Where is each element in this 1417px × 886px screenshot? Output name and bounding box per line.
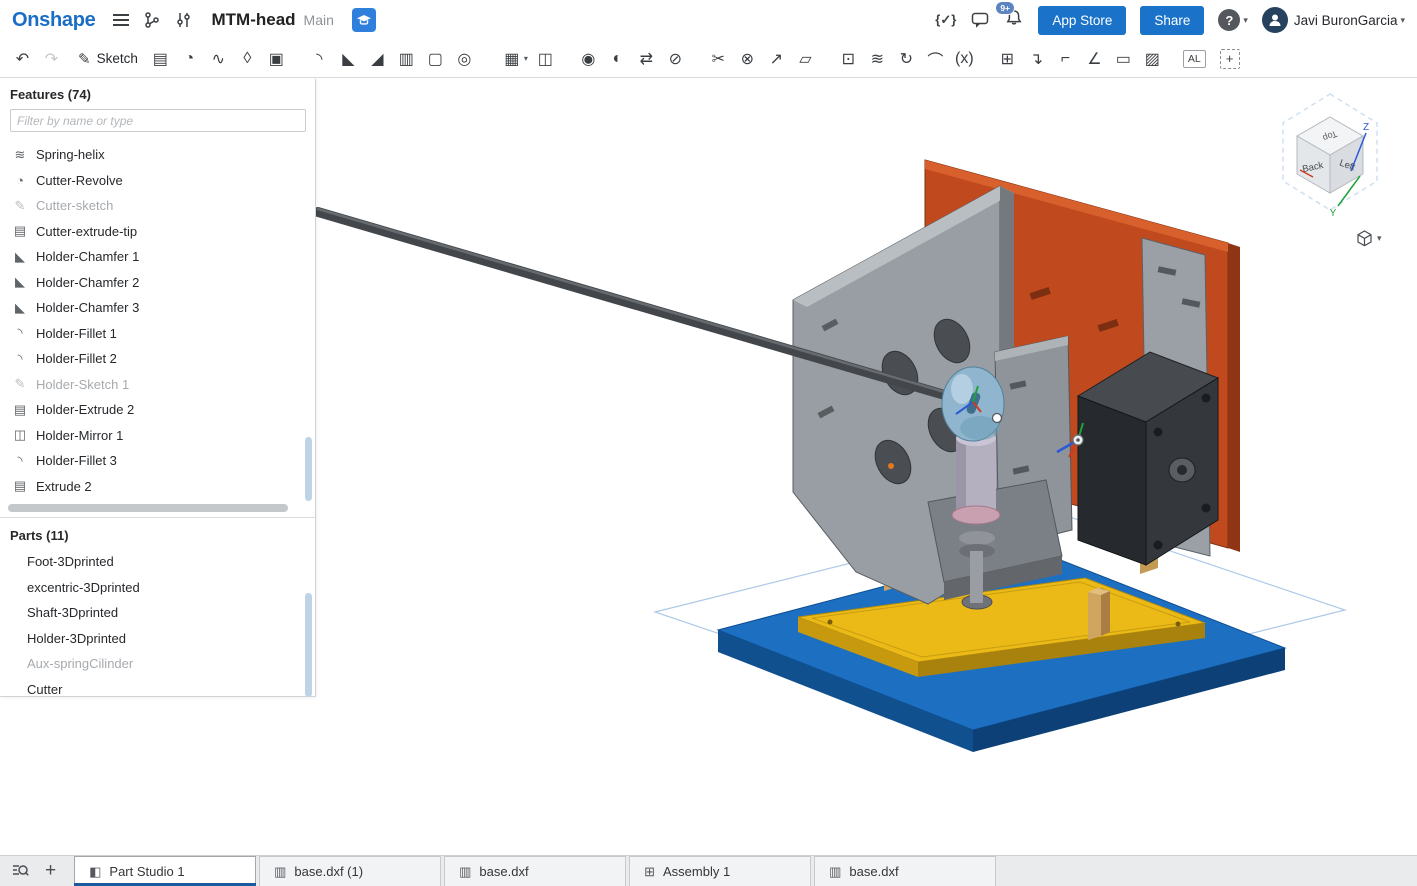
user-menu[interactable]: Javi BuronGarcia ▾: [1262, 7, 1405, 33]
feature-item[interactable]: ◔ Cutter-Revolve: [0, 168, 315, 194]
part-item[interactable]: Holder-3Dprinted: [0, 626, 315, 652]
element-tab-bar: + ◧ Part Studio 1 ▥ base.dxf (1) ▥ base.…: [0, 855, 1417, 886]
features-panel: Features (74) ≋ Spring-helix ◔ Cutter-Re…: [0, 79, 316, 697]
education-plan-icon[interactable]: [352, 8, 376, 32]
mirror-icon: ◫: [12, 427, 28, 443]
part-item[interactable]: Cutter: [0, 677, 315, 703]
drawing-tab-icon: ▥: [459, 864, 471, 880]
feature-item[interactable]: ▤ Holder-Extrude 2: [0, 397, 315, 423]
feature-item[interactable]: ◝ Holder-Fillet 3: [0, 448, 315, 474]
features-horizontal-scrollbar[interactable]: [8, 504, 288, 512]
parts-title: Parts (11): [0, 518, 315, 549]
search-tabs-icon[interactable]: [12, 862, 29, 879]
feature-item[interactable]: ▤ Extrude 2: [0, 474, 315, 500]
part-item[interactable]: Aux-springCilinder: [0, 651, 315, 677]
feature-toolbar: ↶ ↷ ✎ Sketch ▤ ◔ ∿ ◊ ▣ ◝ ◣ ◢ ▥ ▢ ◎ ▦ ◫: [0, 40, 1417, 78]
feature-item[interactable]: ◣ Holder-Chamfer 2: [0, 270, 315, 296]
feature-item[interactable]: ◝ Holder-Fillet 1: [0, 321, 315, 347]
feature-item[interactable]: ✎ Holder-Sketch 1: [0, 372, 315, 398]
sketch-icon: ✎: [12, 198, 28, 214]
axis-z-label: Z: [1363, 122, 1369, 133]
parts-vertical-scrollbar[interactable]: [305, 593, 312, 697]
share-button[interactable]: Share: [1140, 6, 1204, 35]
notifications-bell-icon[interactable]: 9+: [1004, 8, 1024, 33]
document-menu-icon[interactable]: [113, 14, 129, 26]
part-studio-tab-icon: ◧: [89, 864, 101, 880]
chamfer-icon: ◣: [12, 249, 28, 265]
workspace-name[interactable]: Main: [304, 12, 334, 28]
chamfer-icon: ◣: [12, 300, 28, 316]
feature-script-icon[interactable]: {✓}: [935, 12, 956, 28]
drawing-tab-icon: ▥: [274, 864, 286, 880]
notification-badge: 9+: [995, 1, 1015, 15]
feature-item[interactable]: ✎ Cutter-sketch: [0, 193, 315, 219]
assembly-tab-icon: ⊞: [644, 864, 655, 880]
sketch-label: Sketch: [97, 51, 138, 66]
chamfer-icon: ◣: [12, 274, 28, 290]
extrude-icon: ▤: [12, 223, 28, 239]
view-cube[interactable]: Top Back Left Z Y: [1283, 94, 1377, 219]
part-item[interactable]: excentric-3Dprinted: [0, 575, 315, 601]
element-tab[interactable]: ▥ base.dxf: [814, 856, 996, 886]
add-tab-button[interactable]: +: [45, 861, 56, 880]
feature-item[interactable]: ◝ Holder-Fillet 2: [0, 346, 315, 372]
chevron-down-icon: ▾: [1400, 15, 1405, 26]
feature-item[interactable]: ≋ Spring-helix: [0, 142, 315, 168]
sketch-button[interactable]: ✎ Sketch: [78, 50, 138, 68]
versions-history-icon[interactable]: [143, 11, 161, 29]
chevron-down-icon: ▾: [1377, 233, 1382, 244]
helix-icon: ≋: [12, 147, 28, 163]
fillet-icon: ◝: [12, 325, 28, 341]
features-vertical-scrollbar[interactable]: [305, 437, 312, 501]
undo-button[interactable]: ↶: [8, 44, 37, 73]
features-title: Features (74): [0, 87, 315, 102]
element-tab[interactable]: ◧ Part Studio 1: [74, 856, 256, 886]
view-options-button[interactable]: ▾: [1356, 230, 1382, 247]
feature-item[interactable]: ▤ Cutter-extrude-tip: [0, 219, 315, 245]
extrude-icon: ▤: [12, 478, 28, 494]
excentric-part[interactable]: [942, 367, 1004, 441]
sketch-icon: ✎: [12, 376, 28, 392]
onshape-logo[interactable]: Onshape: [12, 9, 95, 32]
revolve-icon: ◔: [12, 173, 28, 188]
stepper-motor[interactable]: [1078, 352, 1218, 565]
axis-y-label: Y: [1330, 208, 1337, 219]
element-tab[interactable]: ▥ base.dxf: [444, 856, 626, 886]
feature-item[interactable]: ◫ Holder-Mirror 1: [0, 423, 315, 449]
help-menu[interactable]: ? ▾: [1218, 9, 1248, 31]
element-tab[interactable]: ▥ base.dxf (1): [259, 856, 441, 886]
feature-item[interactable]: ◣ Holder-Chamfer 1: [0, 244, 315, 270]
fillet-icon: ◝: [12, 453, 28, 469]
document-properties-icon[interactable]: [175, 11, 193, 29]
sketch-pencil-icon: ✎: [78, 50, 91, 68]
drawing-tab-icon: ▥: [829, 864, 841, 880]
fillet-icon: ◝: [12, 351, 28, 367]
feature-item[interactable]: ◣ Holder-Chamfer 3: [0, 295, 315, 321]
feature-filter-input[interactable]: [10, 109, 306, 132]
document-title[interactable]: MTM-head: [211, 10, 295, 30]
help-icon: ?: [1218, 9, 1240, 31]
part-item[interactable]: Shaft-3Dprinted: [0, 600, 315, 626]
user-name: Javi BuronGarcia: [1294, 13, 1398, 28]
chevron-down-icon: ▾: [1243, 15, 1248, 26]
add-custom-feature-button[interactable]: +: [1220, 49, 1240, 69]
custom-feature-al-button[interactable]: AL: [1183, 50, 1206, 68]
view-mode-cube-icon: [1356, 230, 1373, 247]
extrude-icon: ▤: [12, 402, 28, 418]
redo-button[interactable]: ↷: [37, 44, 66, 73]
app-store-button[interactable]: App Store: [1038, 6, 1126, 35]
comment-icon[interactable]: [970, 10, 990, 30]
part-item[interactable]: Foot-3Dprinted: [0, 549, 315, 575]
element-tab[interactable]: ⊞ Assembly 1: [629, 856, 811, 886]
top-header: Onshape MTM-head Main {✓}: [0, 0, 1417, 40]
avatar: [1262, 7, 1288, 33]
